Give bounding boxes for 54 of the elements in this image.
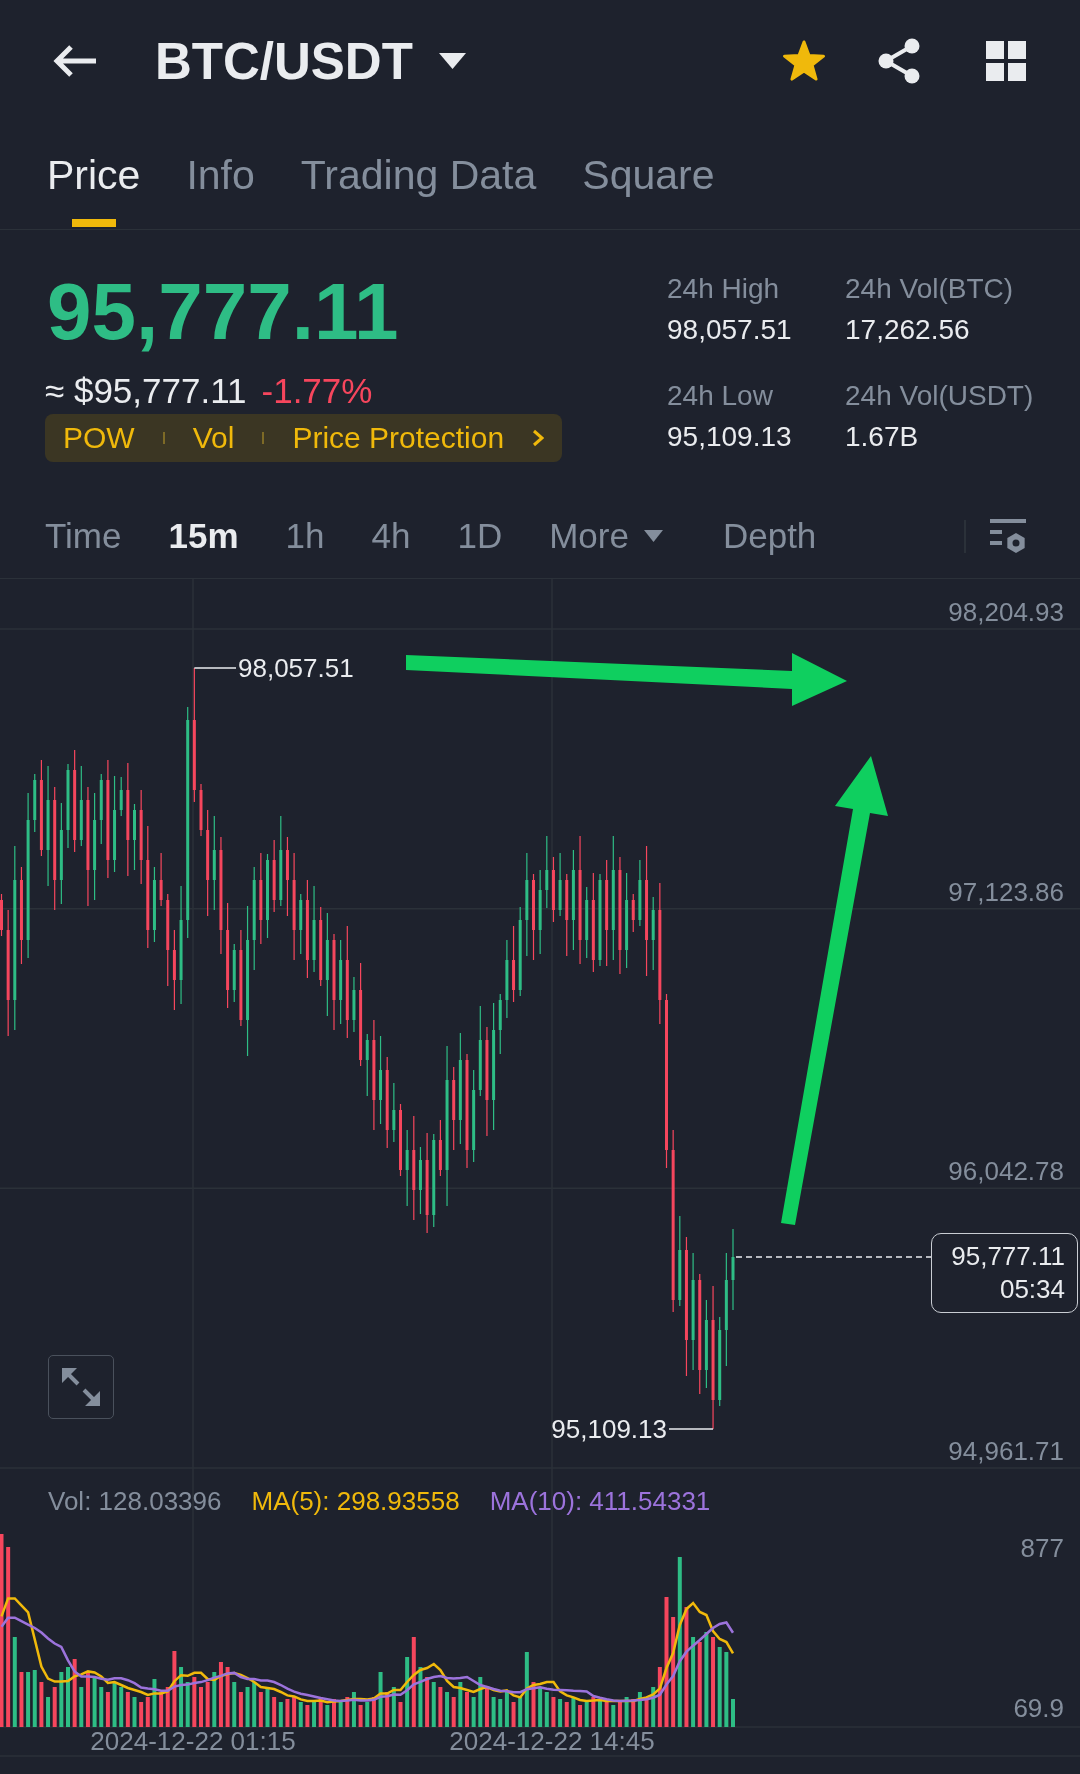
interval-tab[interactable]: 1h [285,516,325,556]
tab[interactable]: Info [186,122,255,229]
grid-icon[interactable] [986,41,1026,81]
stat-label: 24h High [667,272,781,306]
stat-value: 17,262.56 [845,313,971,347]
pair-dropdown[interactable]: BTC/USDT [155,31,466,91]
volume-legend-item: MA(10): 411.54331 [489,1486,711,1516]
tag-label: POW [63,421,135,455]
volume-axis-label: 69.9 [1013,1693,1064,1723]
high-price-label: 98,057.51 [238,653,354,683]
countdown-timer: 05:34 [998,1273,1065,1306]
fiat-price: ≈ $95,777.11 [45,370,247,412]
tag-label: Vol [192,421,235,455]
interval-tab[interactable]: Depth [722,516,817,556]
tab[interactable]: Trading Data [300,122,537,229]
tag-strip[interactable]: POW Vol Price Protection [45,414,563,462]
caret-down-icon [438,53,466,69]
stat-label: 24h Low [667,379,774,413]
stat-label: 24h Vol(USDT) [845,379,1034,413]
last-price: 95,777.11 [47,272,400,352]
leader-line [193,667,237,669]
volume-legend-item: Vol: 128.03396 [48,1486,222,1516]
tag-label: Price Protection [292,421,505,455]
stat-value: 95,109.13 [667,420,793,454]
price-axis-label: 97,123.86 [948,876,1064,907]
leader-line [668,1428,714,1430]
price-axis-label: 98,204.93 [948,597,1064,627]
caret-down-icon [643,530,663,542]
interval-tab[interactable]: 4h [371,516,411,556]
price-axis-label: 94,961.71 [948,1436,1064,1466]
interval-tab[interactable]: 1D [457,516,503,556]
stat-value: 98,057.51 [667,313,793,347]
chevron-right-icon [532,429,545,447]
stat-value: 1.67B [845,420,920,454]
low-price-label: 95,109.13 [551,1414,667,1444]
interval-tab[interactable]: More [549,516,663,556]
volume-axis-label: 877 [1020,1533,1064,1563]
back-arrow-icon[interactable] [52,43,98,79]
tab[interactable]: Price [47,122,141,229]
price-change: -1.77% [261,370,373,412]
fullscreen-button[interactable] [48,1355,114,1419]
settings-icon[interactable] [990,519,1026,553]
star-icon[interactable] [781,38,827,84]
share-icon[interactable] [878,38,920,84]
interval-tab[interactable]: Time [45,516,122,556]
expand-icon [62,1368,100,1406]
time-axis-label: 2024-12-22 14:45 [449,1728,655,1754]
volume-legend-item: MA(5): 298.93558 [251,1486,460,1516]
last-price-value: 95,777.11 [950,1240,1065,1273]
stat-label: 24h Vol(BTC) [845,272,1015,306]
time-axis-label: 2024-12-22 01:15 [90,1728,296,1754]
tab[interactable]: Square [582,122,715,229]
interval-tab[interactable]: 15m [168,516,239,556]
price-axis-label: 96,042.78 [948,1156,1064,1187]
